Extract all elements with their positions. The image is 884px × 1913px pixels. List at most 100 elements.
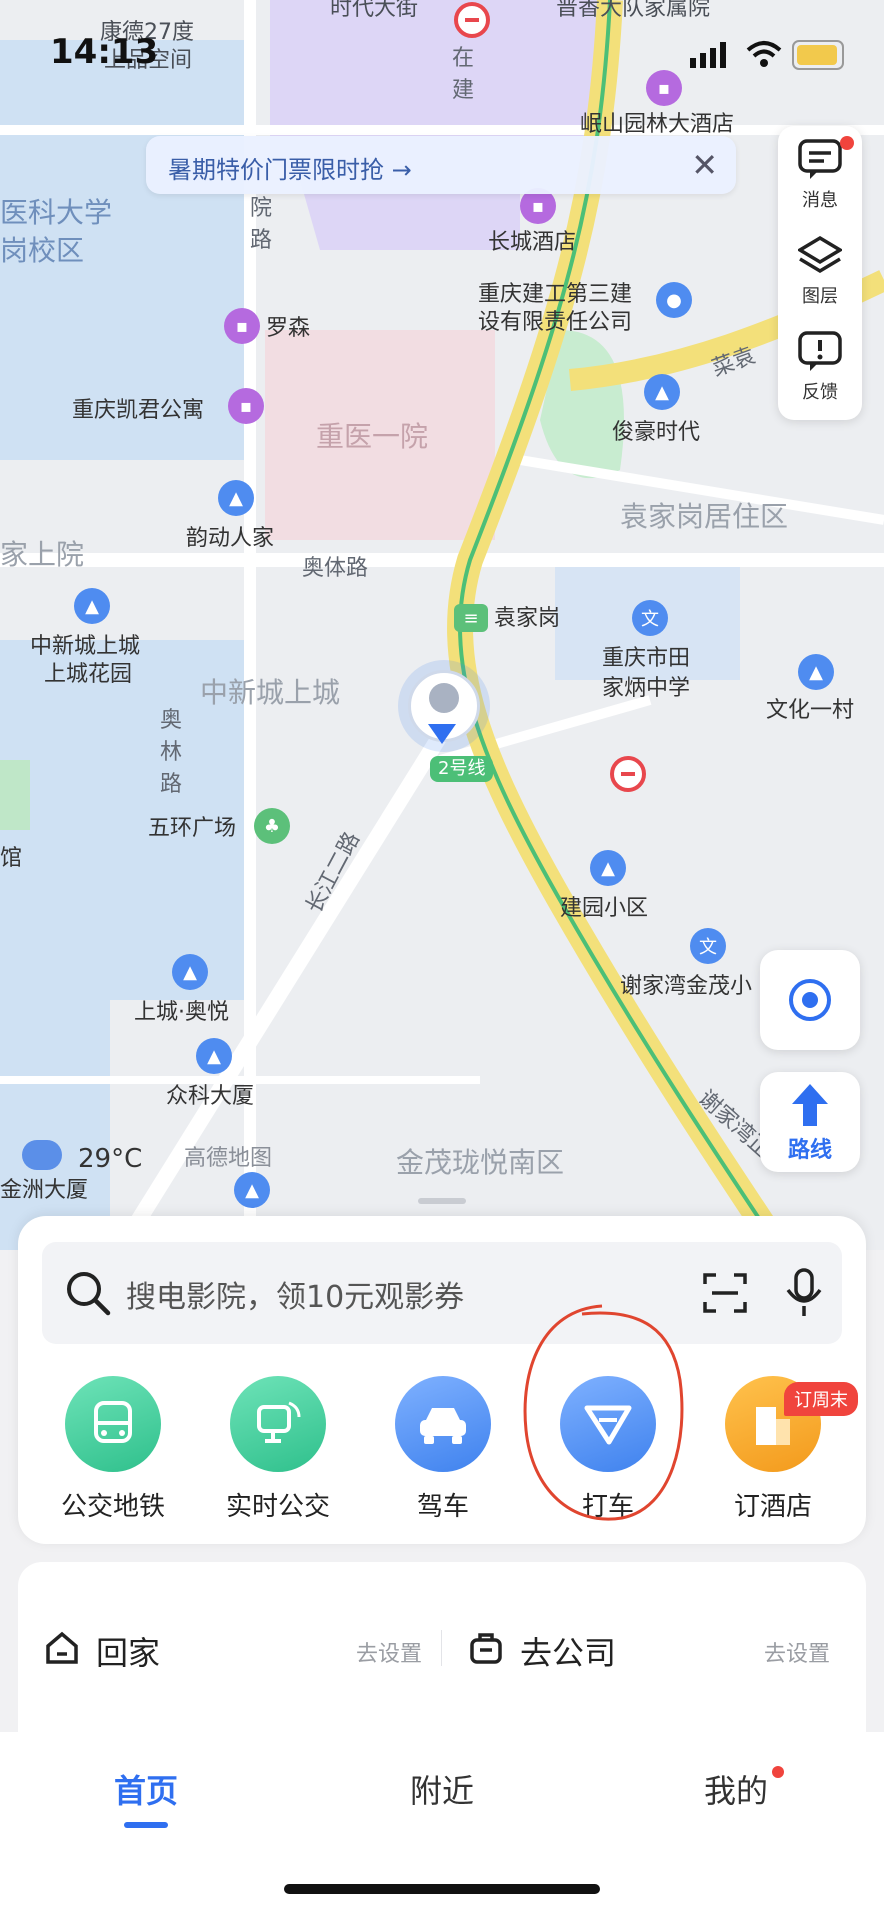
map-label: 路 (250, 228, 273, 253)
status-bar: 14:13 (0, 0, 884, 100)
search-input[interactable]: 搜电影院，领10元观影券 (126, 1272, 464, 1316)
map-label: 重庆凯君公寓 (72, 398, 205, 423)
map-label: 文化一村 (766, 698, 855, 723)
map-label: 众科大厦 (166, 1084, 255, 1109)
shortcut-realtime-bus[interactable]: 实时公交 (203, 1376, 353, 1523)
shortcut-transit[interactable]: 公交地铁 (38, 1376, 188, 1523)
close-icon[interactable]: ✕ (691, 146, 718, 184)
realtime-bus-icon (230, 1376, 326, 1472)
heading-arrow-icon (428, 724, 456, 744)
map-label: 中新城上城 (200, 676, 341, 709)
map-label: 谢家湾金茂小 (620, 974, 753, 999)
map-label: 路 (160, 772, 183, 797)
saved-places-card: 回家 去设置 去公司 去设置 (18, 1562, 866, 1732)
bus-icon (65, 1376, 161, 1472)
map-label: 奥 (160, 708, 183, 733)
map-label: 重医一院 (316, 420, 429, 453)
promo-banner[interactable]: 暑期特价门票限时抢 → ✕ (146, 136, 736, 194)
building-pin-icon[interactable]: ▲ (196, 1038, 232, 1074)
building-pin-icon[interactable]: ▲ (234, 1172, 270, 1208)
map-label: 中新城上城 (30, 634, 141, 659)
home-set-link[interactable]: 去设置 (356, 1636, 422, 1668)
microphone-icon[interactable] (784, 1268, 824, 1318)
tab-mine-label: 我的 (703, 1772, 768, 1810)
map-label: 岗校区 (0, 234, 85, 267)
residential-pin-icon[interactable]: ▲ (172, 954, 208, 990)
map-label: 院 (250, 196, 273, 221)
shortcut-label: 驾车 (416, 1492, 469, 1522)
map-label: 金洲大厦 (0, 1178, 89, 1203)
map-label: 长城酒店 (488, 230, 577, 255)
search-icon (67, 1272, 111, 1316)
weather-cloud-icon (22, 1140, 62, 1170)
metro-line-label: 2号线 (430, 756, 494, 782)
route-button[interactable]: 路线 (760, 1072, 860, 1172)
school-pin-icon[interactable]: 文 (632, 600, 668, 636)
locate-icon (789, 979, 831, 1021)
shortcut-label: 订酒店 (733, 1492, 812, 1522)
scan-icon[interactable] (702, 1270, 748, 1316)
map-label: 五环广场 (148, 816, 237, 841)
map-side-panel: 消息 图层 反馈 (778, 126, 862, 420)
car-icon (395, 1376, 491, 1472)
tab-nearby-label: 附近 (409, 1772, 474, 1810)
shortcut-label: 实时公交 (225, 1492, 330, 1522)
promo-banner-text[interactable]: 暑期特价门票限时抢 → (168, 150, 412, 185)
status-time: 14:13 (50, 32, 159, 72)
map-label: 俊豪时代 (612, 420, 701, 445)
metro-station-icon[interactable]: ≡ (454, 604, 488, 632)
location-pin-icon[interactable]: ● (656, 282, 692, 318)
notification-dot (840, 136, 854, 150)
no-entry-icon (610, 756, 646, 792)
map-label: 岷山园林大酒店 (580, 112, 735, 137)
hotel-pin-icon[interactable]: ▪ (228, 388, 264, 424)
residential-pin-icon[interactable]: ▲ (218, 480, 254, 516)
hotel-weekend-badge: 订周末 (784, 1382, 858, 1416)
map-label: 重庆市田 (602, 646, 691, 671)
messages-label: 消息 (802, 190, 838, 211)
residential-pin-icon[interactable]: ▲ (644, 374, 680, 410)
map-label: 上城·奥悦 (134, 1000, 229, 1025)
map-label: 袁家岗居住区 (620, 500, 789, 533)
shop-pin-icon[interactable]: ▪ (224, 308, 260, 344)
park-pin-icon[interactable]: ♣ (254, 808, 290, 844)
map-label: 建园小区 (560, 896, 649, 921)
route-label: 路线 (787, 1138, 832, 1163)
shortcut-row: 公交地铁 实时公交 驾车 打车 订酒店 (18, 1376, 866, 1526)
avatar (429, 683, 459, 713)
locate-me-button[interactable] (760, 950, 860, 1050)
home-indicator (284, 1884, 600, 1894)
battery-icon (792, 40, 844, 70)
residential-pin-icon[interactable]: ▲ (590, 850, 626, 886)
layers-icon (797, 232, 843, 278)
map-label: 家炳中学 (602, 676, 691, 701)
home-label: 回家 (96, 1634, 161, 1672)
map-label: 林 (160, 740, 183, 765)
tab-home[interactable]: 首页 (46, 1766, 246, 1828)
messages-button[interactable]: 消息 (778, 126, 862, 222)
layers-button[interactable]: 图层 (778, 222, 862, 318)
map-label: 上城花园 (44, 662, 133, 687)
annotation-circle (523, 1304, 684, 1521)
map-label: 奥体路 (302, 556, 369, 581)
search-bar[interactable]: 搜电影院，领10元观影券 (42, 1242, 842, 1344)
map-label: 高德地图 (184, 1146, 273, 1171)
residential-pin-icon[interactable]: ▲ (74, 588, 110, 624)
shortcut-drive[interactable]: 驾车 (368, 1376, 518, 1523)
sheet-drag-handle[interactable] (418, 1198, 466, 1204)
residential-pin-icon[interactable]: ▲ (798, 654, 834, 690)
map-label: 韵动人家 (186, 526, 275, 551)
company-shortcut[interactable]: 去公司 去设置 (464, 1622, 854, 1672)
map-label: 设有限责任公司 (478, 310, 633, 335)
tab-mine[interactable]: 我的 (636, 1766, 836, 1812)
layers-label: 图层 (802, 286, 838, 307)
home-shortcut[interactable]: 回家 去设置 (40, 1622, 440, 1672)
company-label: 去公司 (520, 1634, 617, 1672)
tab-nearby[interactable]: 附近 (342, 1766, 542, 1812)
school-pin-icon[interactable]: 文 (690, 928, 726, 964)
company-set-link[interactable]: 去设置 (764, 1636, 830, 1668)
map-label: 家上院 (0, 538, 85, 571)
active-tab-indicator (124, 1822, 168, 1828)
map-label: 重庆建工第三建 (478, 282, 633, 307)
feedback-button[interactable]: 反馈 (778, 318, 862, 414)
